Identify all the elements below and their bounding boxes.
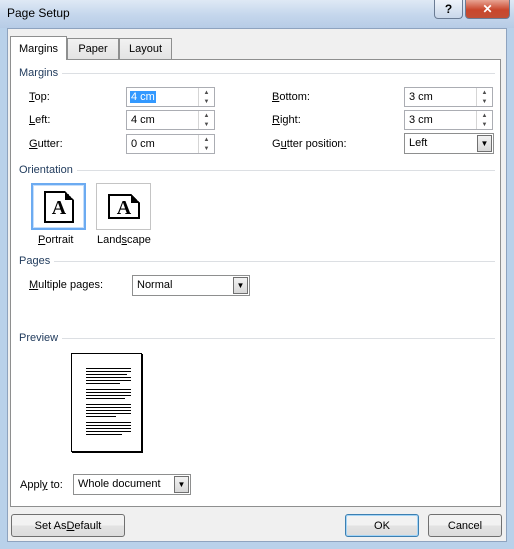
preview-text-line: [86, 413, 131, 414]
tab-layout[interactable]: Layout: [119, 38, 172, 59]
left-margin-spinbox[interactable]: 4 cm ▲ ▼: [126, 110, 215, 130]
apply-to-dropdown[interactable]: Whole document ▼: [73, 474, 191, 495]
help-button[interactable]: ?: [434, 0, 463, 19]
preview-page: [71, 353, 142, 452]
spin-up-icon[interactable]: ▲: [477, 88, 492, 97]
tab-layout-label: Layout: [128, 43, 163, 55]
set-as-default-button[interactable]: Set As Default: [11, 514, 125, 537]
top-margin-value[interactable]: 4 cm: [130, 91, 156, 103]
preview-text-line: [86, 371, 131, 372]
preview-text-line: [86, 425, 131, 426]
spin-up-icon[interactable]: ▲: [199, 88, 214, 97]
gutter-value[interactable]: 0 cm: [131, 138, 155, 150]
left-margin-label: Left:: [29, 114, 51, 126]
chevron-down-icon[interactable]: ▼: [233, 277, 248, 294]
help-icon: ?: [444, 2, 453, 16]
preview-text-line: [86, 428, 131, 429]
spin-down-icon[interactable]: ▼: [477, 97, 492, 106]
preview-text-line: [86, 410, 131, 411]
spin-up-icon[interactable]: ▲: [199, 135, 214, 144]
preview-text-line: [86, 389, 131, 390]
preview-text-line: [86, 395, 131, 396]
spin-up-icon[interactable]: ▲: [477, 111, 492, 120]
right-margin-spinbox[interactable]: 3 cm ▲ ▼: [404, 110, 493, 130]
multiple-pages-label: Multiple pages:: [29, 279, 103, 291]
orientation-heading: Orientation: [19, 164, 73, 176]
preview-text-line: [86, 380, 131, 381]
multiple-pages-value: Normal: [137, 279, 173, 291]
preview-text-line: [86, 368, 131, 369]
chevron-down-icon[interactable]: ▼: [174, 476, 189, 493]
preview-heading: Preview: [19, 332, 59, 344]
spin-down-icon[interactable]: ▼: [477, 120, 492, 129]
preview-text-line: [86, 392, 131, 393]
preview-text-line: [86, 422, 131, 423]
top-margin-spinbox[interactable]: 4 cm ▲ ▼: [126, 87, 215, 107]
right-margin-value[interactable]: 3 cm: [409, 114, 433, 126]
landscape-page-icon: A: [108, 194, 140, 219]
tab-paper[interactable]: Paper: [67, 38, 119, 59]
margins-group-header: Margins: [19, 67, 495, 79]
tab-margins-label: Margins: [18, 42, 59, 55]
apply-to-value: Whole document: [78, 478, 161, 490]
preview-text-line: [86, 434, 122, 435]
window-title: Page Setup: [7, 6, 70, 20]
right-margin-label: Right:: [272, 114, 301, 126]
close-icon: ✕: [482, 2, 493, 16]
apply-to-label: Apply to:: [20, 479, 63, 491]
bottom-margin-label: Bottom:: [272, 91, 310, 103]
preview-group-header: Preview: [19, 332, 495, 344]
ok-button[interactable]: OK: [345, 514, 419, 537]
preview-text-line: [86, 416, 116, 417]
pages-group-header: Pages: [19, 255, 495, 267]
landscape-option[interactable]: A: [96, 183, 151, 230]
preview-text-line: [86, 377, 131, 378]
top-margin-label: Top:: [29, 91, 50, 103]
tab-paper-label: Paper: [78, 43, 108, 55]
bottom-margin-spinbox[interactable]: 3 cm ▲ ▼: [404, 87, 493, 107]
portrait-page-icon: A: [44, 191, 74, 223]
gutter-position-value: Left: [409, 137, 428, 149]
gutter-position-label: Gutter position:: [272, 138, 347, 150]
preview-text-line: [86, 398, 125, 399]
gutter-spinbox[interactable]: 0 cm ▲ ▼: [126, 134, 215, 154]
landscape-label[interactable]: Landscape: [97, 234, 151, 246]
spin-up-icon[interactable]: ▲: [199, 111, 214, 120]
left-margin-value[interactable]: 4 cm: [131, 114, 155, 126]
cancel-button[interactable]: Cancel: [428, 514, 502, 537]
preview-text-line: [86, 374, 127, 375]
gutter-position-dropdown[interactable]: Left ▼: [404, 133, 494, 154]
orientation-group-header: Orientation: [19, 164, 495, 176]
tab-margins[interactable]: Margins: [10, 36, 67, 60]
margins-heading: Margins: [19, 67, 59, 79]
spin-down-icon[interactable]: ▼: [199, 97, 214, 106]
multiple-pages-dropdown[interactable]: Normal ▼: [132, 275, 250, 296]
portrait-label[interactable]: Portrait: [38, 234, 73, 246]
bottom-margin-value[interactable]: 3 cm: [409, 91, 433, 103]
chevron-down-icon[interactable]: ▼: [477, 135, 492, 152]
spin-down-icon[interactable]: ▼: [199, 144, 214, 153]
portrait-option[interactable]: A: [31, 183, 86, 230]
preview-text-line: [86, 407, 131, 408]
close-button[interactable]: ✕: [465, 0, 510, 19]
spin-down-icon[interactable]: ▼: [199, 120, 214, 129]
preview-text-line: [86, 404, 131, 405]
gutter-label: Gutter:: [29, 138, 63, 150]
pages-heading: Pages: [19, 255, 51, 267]
preview-text-line: [86, 383, 120, 384]
preview-text-line: [86, 431, 131, 432]
